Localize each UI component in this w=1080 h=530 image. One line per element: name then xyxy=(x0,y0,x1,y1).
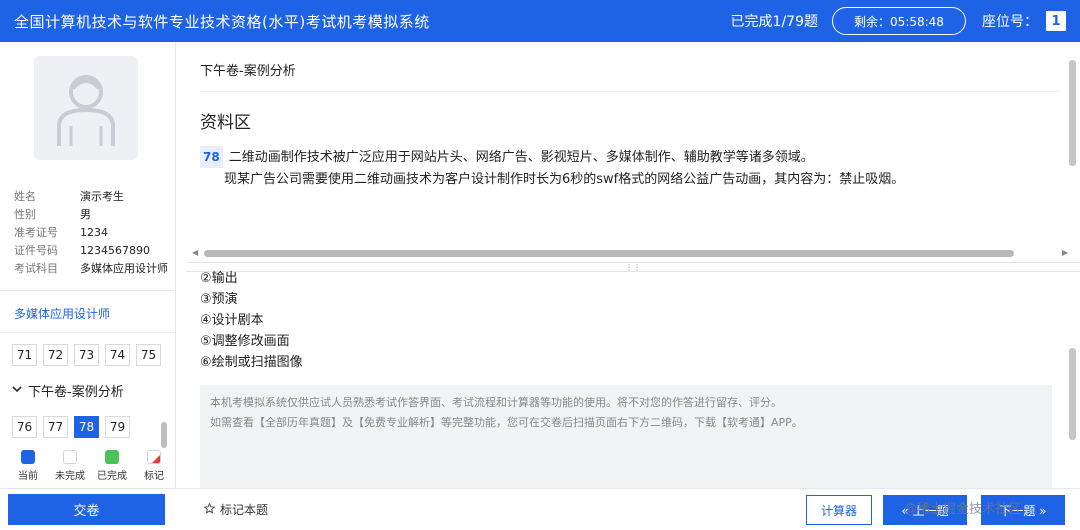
divider xyxy=(200,91,1060,92)
info-row-gender: 性别 男 xyxy=(14,205,174,223)
progress-text: 已完成1/79题 xyxy=(730,14,818,30)
subject-link[interactable]: 多媒体应用设计师 xyxy=(14,305,110,322)
mark-label: 标记本题 xyxy=(220,503,269,517)
answer-vertical-scrollbar[interactable] xyxy=(1069,348,1076,440)
chevron-down-icon xyxy=(12,383,22,398)
info-value: 1234567890 xyxy=(80,243,150,257)
info-value: 男 xyxy=(80,208,91,221)
question-nav-78-current[interactable]: 78 xyxy=(74,416,99,438)
question-nav-76[interactable]: 76 xyxy=(12,416,37,438)
submit-exam-button[interactable]: 交卷 xyxy=(8,494,165,525)
info-label: 性别 xyxy=(14,208,36,221)
info-label: 准考证号 xyxy=(14,226,58,239)
mark-question-button[interactable]: 标记本题 xyxy=(203,501,269,518)
option-item: ④设计剧本 xyxy=(200,313,264,328)
user-avatar-icon xyxy=(34,56,138,160)
legend-label: 标记 xyxy=(144,471,164,482)
app-title: 全国计算机技术与软件专业技术资格(水平)考试机考模拟系统 xyxy=(14,12,430,31)
sidebar-scrollbar[interactable] xyxy=(161,422,167,448)
legend-completed: 已完成 xyxy=(96,450,128,482)
question-nav-74[interactable]: 74 xyxy=(105,344,130,366)
legend-label: 当前 xyxy=(18,471,38,482)
notice-line-1: 本机考模拟系统仅供应试人员熟悉考试作答界面、考试流程和计算器等功能的使用。将不对… xyxy=(210,396,782,409)
legend-swatch xyxy=(63,450,77,464)
info-value: 1234 xyxy=(80,225,108,239)
legend-swatch xyxy=(21,450,35,464)
notice-box: 本机考模拟系统仅供应试人员熟悉考试作答界面、考试流程和计算器等功能的使用。将不对… xyxy=(200,385,1052,488)
divider xyxy=(0,290,176,291)
scrollbar-thumb[interactable] xyxy=(204,250,1014,257)
question-nav-73[interactable]: 73 xyxy=(74,344,99,366)
divider xyxy=(0,332,176,333)
calculator-button[interactable]: 计算器 xyxy=(806,495,872,525)
top-bar: 全国计算机技术与软件专业技术资格(水平)考试机考模拟系统 已完成1/79题 剩余… xyxy=(0,0,1080,42)
option-item: ⑥绘制或扫描图像 xyxy=(200,355,303,370)
info-label: 姓名 xyxy=(14,190,36,203)
seat-number: 1 xyxy=(1046,11,1066,31)
legend-label: 已完成 xyxy=(97,471,127,482)
material-paragraph-1: 78 二维动画制作技术被广泛应用于网站片头、网络广告、影视短片、多媒体制作、辅助教… xyxy=(200,146,1060,169)
info-row-name: 姓名 演示考生 xyxy=(14,187,174,205)
material-horizontal-scrollbar[interactable]: ◀ ▶ xyxy=(190,248,1070,258)
question-number-badge: 78 xyxy=(200,146,223,168)
info-row-subject: 考试科目 多媒体应用设计师 xyxy=(14,259,174,277)
seat-label: 座位号： xyxy=(982,14,1038,30)
info-label: 考试科目 xyxy=(14,262,58,275)
info-value: 演示考生 xyxy=(80,190,124,203)
info-row-id: 证件号码 1234567890 xyxy=(14,241,174,259)
section-title: 下午卷-案例分析 xyxy=(28,385,124,400)
question-nav-71[interactable]: 71 xyxy=(12,344,37,366)
material-paragraph-2: 现某广告公司需要使用二维动画技术为客户设计制作时长为6秒的swf格式的网络公益广… xyxy=(224,172,905,187)
scroll-left-icon[interactable]: ◀ xyxy=(192,248,198,257)
info-value: 多媒体应用设计师 xyxy=(80,262,168,275)
question-nav-72[interactable]: 72 xyxy=(43,344,68,366)
paragraph-text: 二维动画制作技术被广泛应用于网站片头、网络广告、影视短片、多媒体制作、辅助教学等… xyxy=(228,150,814,165)
legend-current: 当前 xyxy=(12,450,44,482)
sidebar: 姓名 演示考生 性别 男 准考证号 1234 证件号码 1234567890 考… xyxy=(0,42,176,488)
timer-badge: 剩余：05:58:48 xyxy=(832,7,966,35)
question-nav-row-2: 76 77 78 79 xyxy=(12,416,130,438)
option-item: ②输出 xyxy=(200,271,238,286)
material-text: 78 二维动画制作技术被广泛应用于网站片头、网络广告、影视短片、多媒体制作、辅助教… xyxy=(200,146,1060,191)
pane-splitter[interactable]: ⋮⋮ xyxy=(186,262,1080,272)
question-nav-row-1: 71 72 73 74 75 xyxy=(12,344,161,366)
notice-line-2: 如需查看【全部历年真题】及【免费专业解析】等完整功能，您可在交卷后扫描页面右下方… xyxy=(210,416,803,429)
answer-options: ②输出 ③预演 ④设计剧本 ⑤调整修改画面 ⑥绘制或扫描图像 xyxy=(200,268,303,373)
info-row-ticket: 准考证号 1234 xyxy=(14,223,174,241)
legend-marked: 标记 xyxy=(138,450,170,482)
candidate-info: 姓名 演示考生 性别 男 准考证号 1234 证件号码 1234567890 考… xyxy=(14,187,174,277)
question-nav-79[interactable]: 79 xyxy=(105,416,130,438)
scroll-right-icon[interactable]: ▶ xyxy=(1062,248,1068,257)
drag-handle-icon: ⋮⋮ xyxy=(625,262,641,272)
watermark-text: @稀土掘金技术社区 xyxy=(904,502,1022,517)
legend-swatch xyxy=(105,450,119,464)
question-nav-77[interactable]: 77 xyxy=(43,416,68,438)
section-toggle[interactable]: 下午卷-案例分析 xyxy=(12,381,124,400)
flag-icon xyxy=(147,450,161,464)
star-icon xyxy=(203,502,216,517)
material-area-title: 资料区 xyxy=(200,113,251,133)
info-label: 证件号码 xyxy=(14,244,58,257)
legend-unfinished: 未完成 xyxy=(54,450,86,482)
status-legend: 当前 未完成 已完成 标记 xyxy=(12,450,170,482)
material-vertical-scrollbar[interactable] xyxy=(1069,60,1076,166)
breadcrumb: 下午卷-案例分析 xyxy=(200,64,296,79)
question-nav-75[interactable]: 75 xyxy=(136,344,161,366)
option-item: ⑤调整修改画面 xyxy=(200,334,290,349)
question-panel: 下午卷-案例分析 资料区 78 二维动画制作技术被广泛应用于网站片头、网络广告、影… xyxy=(186,42,1080,488)
option-item: ③预演 xyxy=(200,292,238,307)
legend-label: 未完成 xyxy=(55,471,85,482)
